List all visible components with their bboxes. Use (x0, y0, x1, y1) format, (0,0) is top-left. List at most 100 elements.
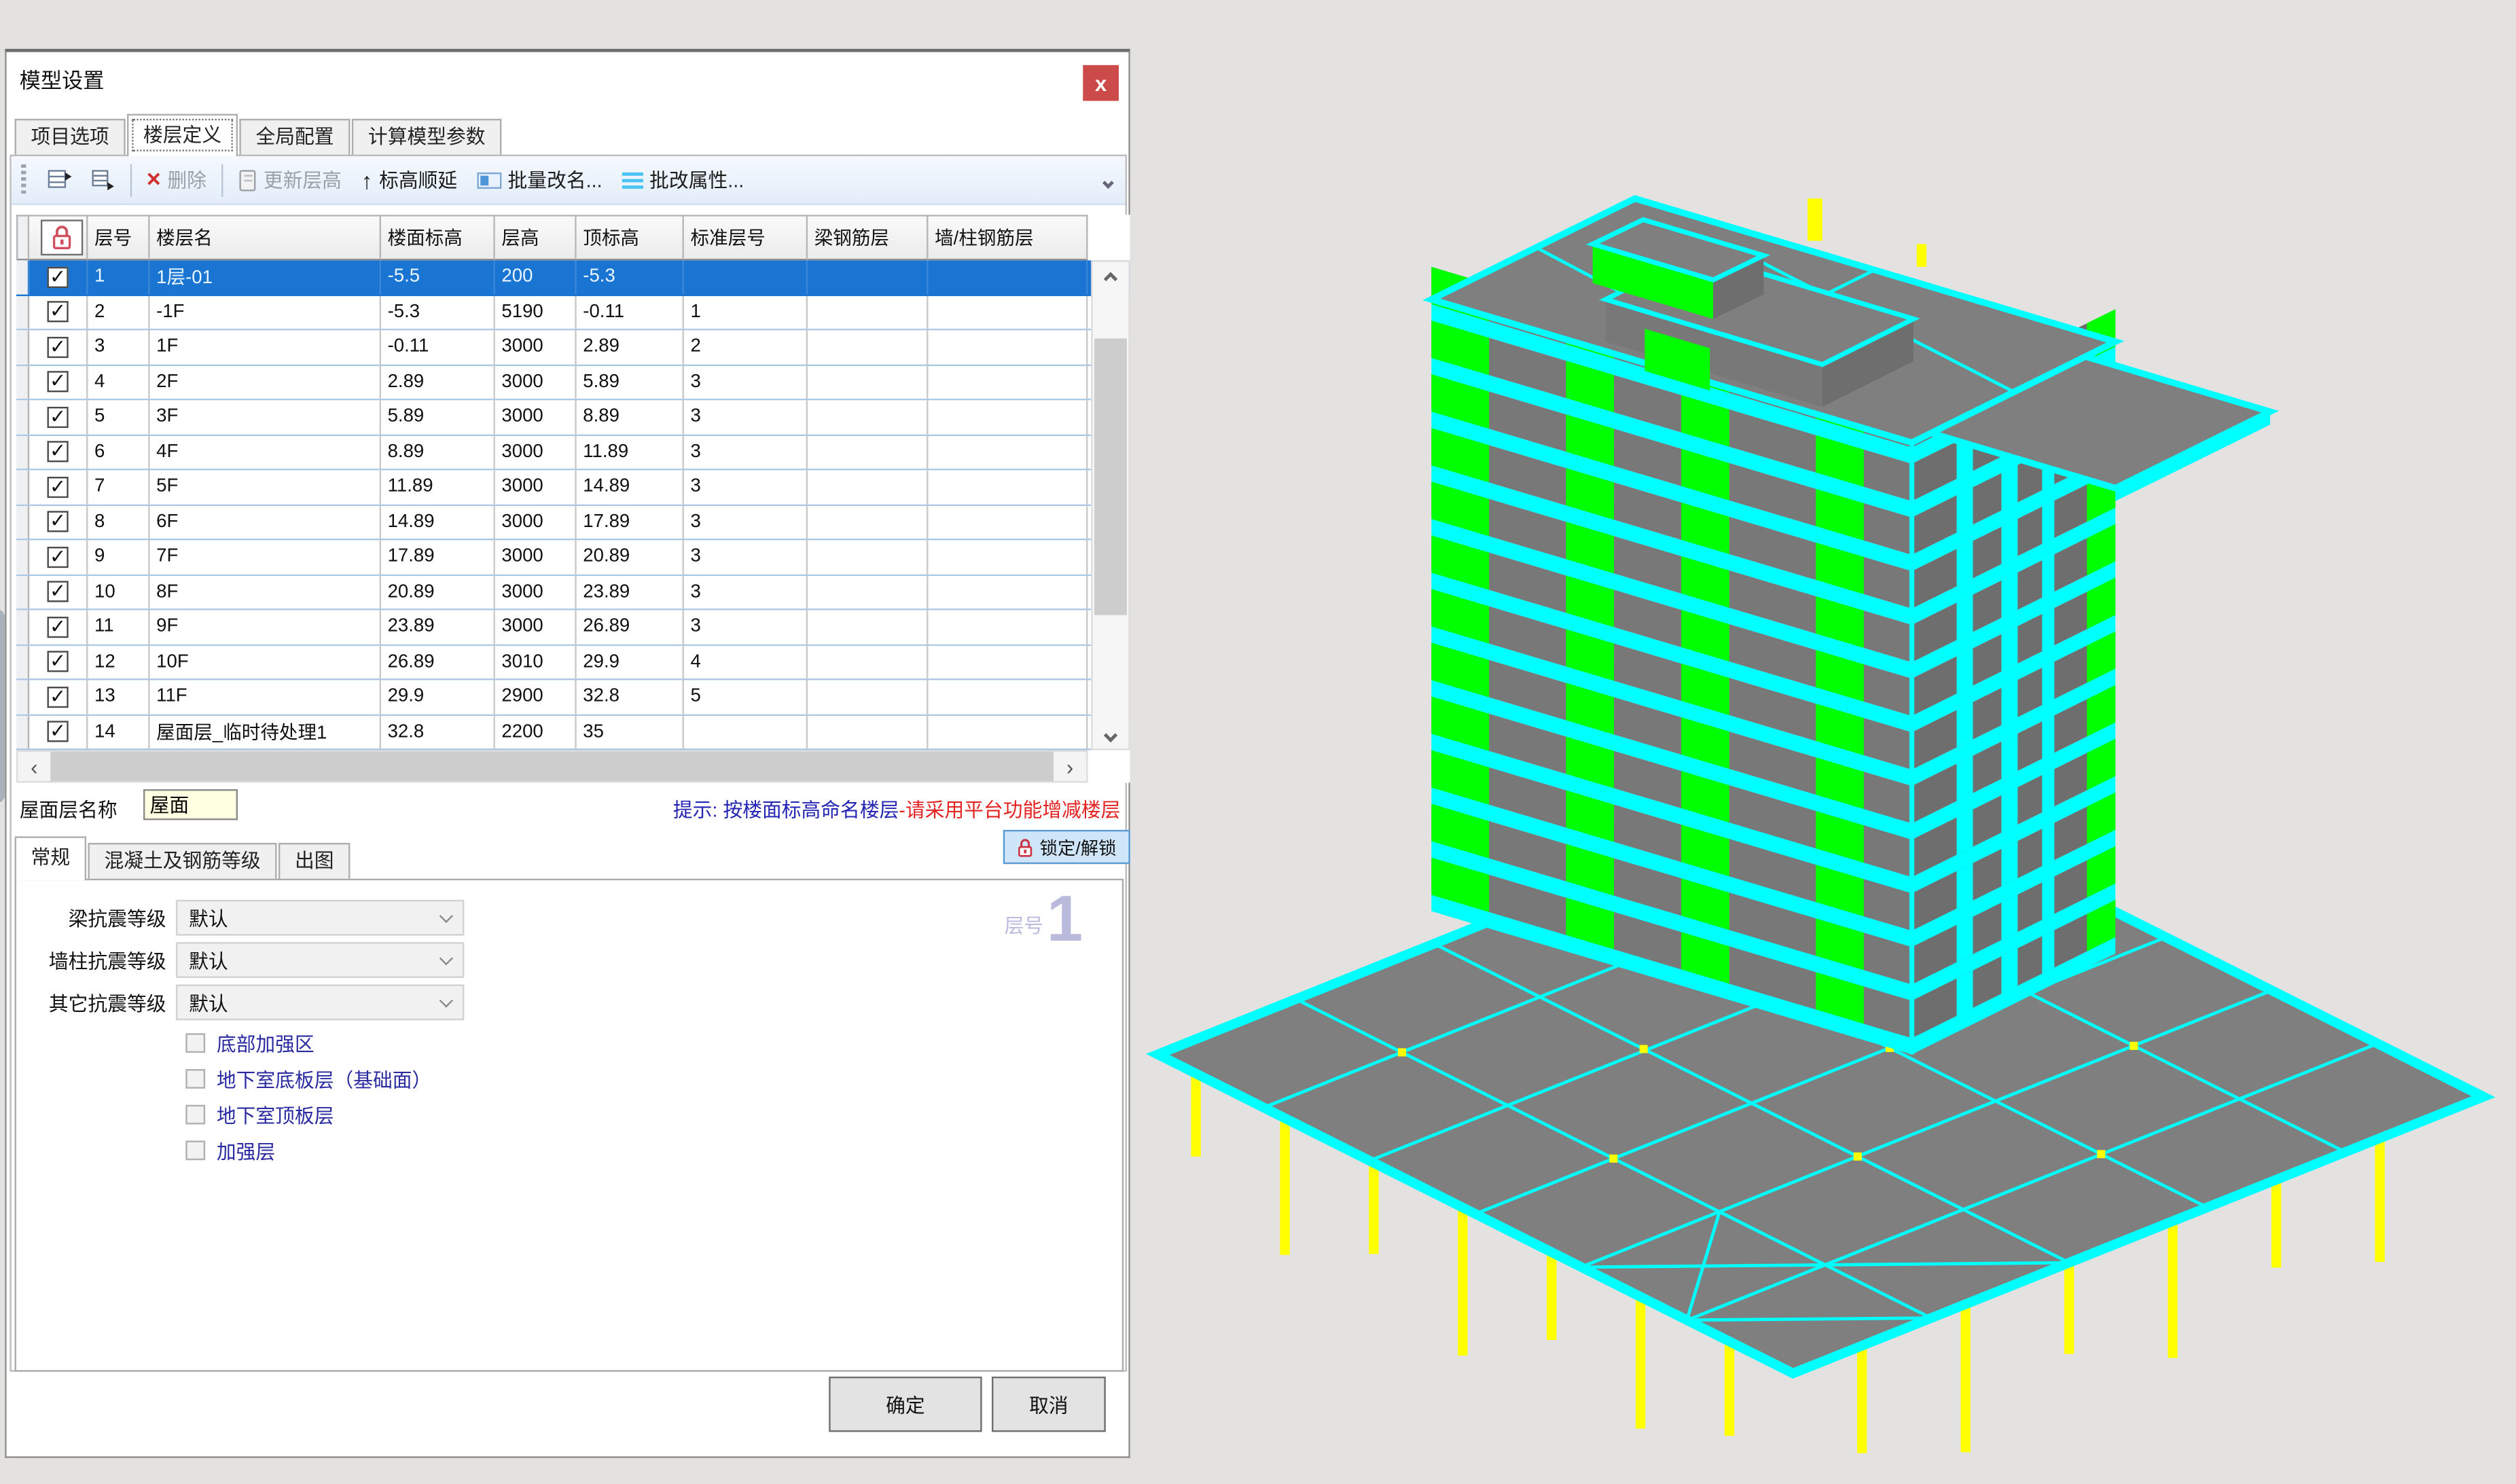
table-row[interactable]: ✓86F14.89300017.893 (16, 505, 1130, 541)
column-header-3[interactable]: 层高 (495, 215, 577, 260)
add-row-before-button[interactable] (37, 160, 82, 199)
cell-7 (929, 295, 1088, 329)
table-row[interactable]: ✓64F8.89300011.893 (16, 435, 1130, 471)
lock-unlock-button[interactable]: 锁定/解锁 (1003, 830, 1130, 864)
cell-0: 8 (88, 505, 149, 539)
scroll-left-icon[interactable]: ‹ (18, 752, 50, 781)
scroll-down-icon[interactable] (1093, 721, 1129, 748)
add-row-after-button[interactable] (82, 160, 126, 199)
column-header-2[interactable]: 楼面标高 (381, 215, 495, 260)
row-checkbox[interactable]: ✓ (29, 610, 88, 643)
column-header-4[interactable]: 顶标高 (577, 215, 684, 260)
cell-0: 11 (88, 610, 149, 643)
delete-button[interactable]: × 删除 (137, 160, 216, 199)
toolbar-grip-icon[interactable] (21, 164, 26, 196)
hint-blue: 提示: 按楼面标高命名楼层 (673, 799, 899, 822)
toolbar-separator (221, 164, 223, 196)
table-row[interactable]: ✓2-1F-5.35190-0.111 (16, 295, 1130, 331)
row-indicator (16, 680, 29, 713)
field-select[interactable]: 默认 (176, 900, 464, 936)
table-row[interactable]: ✓108F20.89300023.893 (16, 575, 1130, 611)
field-select[interactable]: 默认 (176, 942, 464, 978)
main-tab-2[interactable]: 全局配置 (239, 119, 350, 156)
row-indicator (16, 505, 29, 539)
row-checkbox[interactable]: ✓ (29, 400, 88, 433)
table-row[interactable]: ✓42F2.8930005.893 (16, 365, 1130, 401)
checkbox-icon[interactable] (185, 1140, 205, 1160)
row-checkbox[interactable]: ✓ (29, 470, 88, 503)
horizontal-scroll-thumb[interactable] (50, 752, 1054, 781)
column-header-0[interactable]: 层号 (88, 215, 149, 260)
table-row[interactable]: ✓75F11.89300014.893 (16, 470, 1130, 505)
table-row[interactable]: ✓1210F26.89301029.94 (16, 645, 1130, 681)
toolbar-overflow-icon[interactable] (1104, 165, 1112, 194)
cell-6 (808, 715, 928, 748)
row-checkbox[interactable]: ✓ (29, 330, 88, 363)
row-checkbox[interactable]: ✓ (29, 260, 88, 293)
column-header-5[interactable]: 标准层号 (684, 215, 808, 260)
sub-tab-1[interactable]: 混凝土及钢筋等级 (88, 843, 276, 880)
flag-checkbox-row[interactable]: 加强层 (185, 1136, 275, 1165)
model-pile (2375, 1132, 2384, 1262)
table-row[interactable]: ✓1311F29.9290032.85 (16, 680, 1130, 715)
column-strip (2042, 822, 2054, 866)
column-header-1[interactable]: 楼层名 (150, 215, 381, 260)
horizontal-scrollbar[interactable]: ‹ › (16, 750, 1088, 782)
main-tab-0[interactable]: 项目选项 (15, 119, 126, 156)
table-row[interactable]: ✓53F5.8930008.893 (16, 400, 1130, 435)
dialog-title: 模型设置 (20, 63, 105, 94)
scroll-up-icon[interactable] (1093, 262, 1129, 290)
vertical-scroll-thumb[interactable] (1094, 338, 1127, 615)
table-row[interactable]: ✓31F-0.1130002.892 (16, 330, 1130, 365)
checkbox-icon[interactable] (185, 1105, 205, 1125)
flag-checkbox-row[interactable]: 底部加强区 (185, 1028, 314, 1057)
flag-checkbox-row[interactable]: 地下室底板层（基础面） (185, 1064, 431, 1093)
vertical-scrollbar[interactable] (1091, 260, 1130, 750)
row-checkbox[interactable]: ✓ (29, 575, 88, 609)
cell-1: -1F (150, 295, 381, 329)
lock-column-header[interactable] (29, 215, 88, 260)
batch-rename-button[interactable]: 批量改名... (467, 160, 612, 199)
row-checkbox[interactable]: ✓ (29, 540, 88, 573)
hint-text: 提示: 按楼面标高命名楼层-请采用平台功能增减楼层 (673, 796, 1121, 824)
update-height-button[interactable]: 更新层高 (228, 160, 351, 199)
cell-3: 3010 (495, 645, 577, 678)
row-checkbox[interactable]: ✓ (29, 365, 88, 399)
column-header-7[interactable]: 墙/柱钢筋层 (929, 215, 1088, 260)
delete-icon: × (147, 168, 161, 192)
extend-elevation-button[interactable]: ↑ 标高顺延 (351, 160, 467, 199)
field-select[interactable]: 默认 (176, 984, 464, 1020)
sub-tab-2[interactable]: 出图 (278, 843, 351, 880)
row-checkbox[interactable]: ✓ (29, 680, 88, 713)
batch-props-button[interactable]: 批改属性... (612, 160, 754, 199)
row-checkbox[interactable]: ✓ (29, 645, 88, 678)
column-header-6[interactable]: 梁钢筋层 (808, 215, 928, 260)
cell-6 (808, 505, 928, 539)
table-row[interactable]: ✓119F23.89300026.893 (16, 610, 1130, 645)
row-checkbox[interactable]: ✓ (29, 435, 88, 469)
cell-7 (929, 260, 1088, 293)
flag-checkbox-row[interactable]: 地下室顶板层 (185, 1100, 334, 1129)
roof-name-input[interactable] (143, 789, 238, 820)
close-icon[interactable]: x (1083, 65, 1119, 101)
row-checkbox[interactable]: ✓ (29, 295, 88, 329)
ok-button[interactable]: 确定 (829, 1377, 982, 1432)
table-row[interactable]: ✓11层-01-5.5200-5.3 (16, 260, 1130, 295)
row-checkbox[interactable]: ✓ (29, 505, 88, 539)
cell-5: 3 (684, 435, 808, 469)
checkbox-icon[interactable] (185, 1069, 205, 1089)
row-checkbox[interactable]: ✓ (29, 715, 88, 748)
table-row[interactable]: ✓14屋面层_临时待处理132.8220035 (16, 715, 1130, 750)
main-tab-1[interactable]: 楼层定义 (127, 114, 238, 156)
sub-tab-0[interactable]: 常规 (15, 836, 87, 880)
table-row[interactable]: ✓97F17.89300020.893 (16, 540, 1130, 575)
checkbox-icon[interactable] (185, 1033, 205, 1053)
cell-5: 3 (684, 540, 808, 573)
main-tab-3[interactable]: 计算模型参数 (352, 119, 502, 156)
checkbox-label: 地下室顶板层 (217, 1101, 334, 1129)
add-row-after-icon (91, 169, 115, 190)
cancel-button[interactable]: 取消 (992, 1377, 1106, 1432)
cell-2: 26.89 (381, 645, 495, 678)
cell-2: 32.8 (381, 715, 495, 748)
scroll-right-icon[interactable]: › (1054, 752, 1086, 781)
